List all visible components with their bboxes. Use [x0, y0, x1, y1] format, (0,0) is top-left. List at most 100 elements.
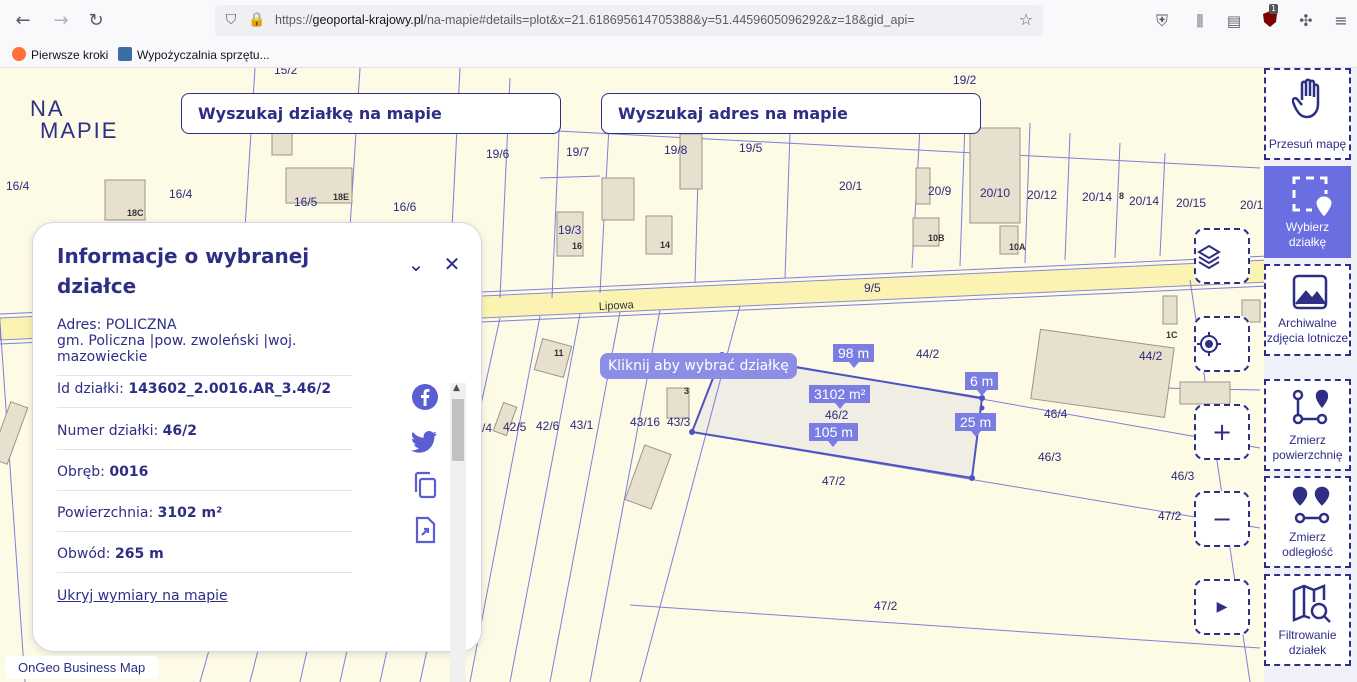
measurement-label: 105 m: [809, 423, 858, 447]
library-icon[interactable]: ⫼: [1189, 10, 1211, 32]
firefox-icon: [12, 47, 26, 61]
pocket-icon[interactable]: ⛨: [1151, 10, 1173, 32]
plot-label: 43/16: [630, 415, 660, 429]
measure-area-icon: [1292, 389, 1328, 425]
plot-label: 47/2: [874, 599, 898, 613]
back-icon[interactable]: ←: [12, 10, 34, 32]
export-pdf-icon[interactable]: [411, 516, 439, 544]
map-view[interactable]: 15/2 19/2 16/4 16/4 16/5 16/6 19/6 19/7 …: [0, 68, 1357, 682]
plot-label: 47/2: [1158, 509, 1182, 523]
plot-label: 43/1: [570, 418, 594, 432]
plot-label: 20/10: [980, 186, 1010, 200]
plot-label: 20/14: [1082, 190, 1112, 204]
plot-label: 16/4: [169, 187, 193, 201]
url-text[interactable]: https://geoportal-krajowy.pl/na-mapie#de…: [275, 13, 1010, 27]
logo-line2: MAPIE: [40, 118, 119, 143]
perimeter-row: Obwód: 265 m: [57, 546, 352, 573]
hide-dimensions-link[interactable]: Ukryj wymiary na mapie: [57, 588, 228, 604]
plot-label: 19/5: [739, 141, 763, 155]
bookmark-item[interactable]: Pierwsze kroki: [12, 47, 108, 62]
plot-label: 46/3: [1171, 469, 1195, 483]
plot-label: 20/12: [1027, 188, 1057, 202]
sidebar-icon[interactable]: ▤: [1223, 10, 1245, 32]
building-label: 10A: [1009, 242, 1026, 252]
locate-button[interactable]: [1194, 316, 1250, 372]
site-icon: [118, 47, 132, 61]
search-plot-button[interactable]: Wyszukaj działkę na mapie: [181, 93, 561, 134]
tool-measure-distance[interactable]: Zmierz odległość: [1264, 476, 1351, 568]
close-icon[interactable]: ✕: [441, 253, 463, 275]
plot-label: 19/8: [664, 143, 688, 157]
select-plot-tooltip: Kliknij aby wybrać działkę: [600, 353, 797, 379]
building-label: 14: [660, 240, 670, 250]
lock-icon[interactable]: 🔒: [246, 9, 268, 31]
measurement-label: 25 m: [955, 413, 997, 437]
zoom-out-button[interactable]: −: [1194, 491, 1250, 547]
panel-scrollbar[interactable]: ▲ ▼: [450, 383, 466, 682]
site-logo[interactable]: NA MAPIE: [30, 96, 118, 148]
star-icon[interactable]: ☆: [1015, 9, 1037, 31]
shield-icon[interactable]: ⛉: [220, 9, 242, 31]
scroll-up-icon[interactable]: ▲: [453, 383, 460, 393]
street-label: Lipowa: [599, 299, 635, 313]
plot-label: 19/2: [953, 73, 977, 87]
plot-label: 46/4: [1044, 407, 1068, 421]
area-row: Powierzchnia: 3102 m²: [57, 505, 352, 532]
plot-label: 16/4: [6, 179, 30, 193]
twitter-icon[interactable]: [411, 427, 439, 455]
address-row: Adres: POLICZNA gm. Policzna |pow. zwole…: [57, 317, 352, 376]
reload-icon[interactable]: ↻: [85, 10, 107, 32]
plot-label: 44/2: [1139, 349, 1163, 363]
url-bar[interactable]: ⛉ 🔒 https://geoportal-krajowy.pl/na-mapi…: [215, 5, 1043, 36]
expand-button[interactable]: ▶: [1194, 579, 1250, 635]
scroll-thumb[interactable]: [452, 399, 464, 461]
search-address-button[interactable]: Wyszukaj adres na mapie: [601, 93, 981, 134]
tool-select-plot[interactable]: Wybierz działkę: [1264, 166, 1351, 258]
plot-label: 47/2: [822, 474, 846, 488]
plot-label: 20/15: [1176, 196, 1206, 210]
measure-distance-icon: [1292, 486, 1330, 524]
tool-filter-plots[interactable]: Filtrowanie działek: [1264, 574, 1351, 666]
tool-measure-area[interactable]: Zmierz powierzchnię: [1264, 379, 1351, 471]
ublock-icon[interactable]: 1: [1259, 4, 1281, 32]
plot-label: 20/9: [928, 184, 952, 198]
select-plot-icon: [1292, 176, 1332, 216]
plot-label: 9/5: [864, 281, 881, 295]
tool-aerial-photos[interactable]: Archiwalne zdjęcia lotnicze: [1264, 264, 1351, 356]
extensions-icon[interactable]: ✣: [1295, 10, 1317, 32]
ext-badge: 1: [1269, 4, 1279, 14]
building-label: 16: [572, 241, 582, 251]
plot-label: 46/3: [1038, 450, 1062, 464]
plot-label: 44/2: [916, 347, 940, 361]
layers-icon: [1197, 244, 1221, 269]
crosshair-icon: [1197, 332, 1221, 356]
minus-icon: −: [1211, 505, 1233, 533]
building-label: 18C: [127, 208, 144, 218]
building-label: 8: [1119, 191, 1124, 201]
zoom-in-button[interactable]: +: [1194, 404, 1250, 460]
hand-icon: [1292, 78, 1320, 119]
ongeo-link[interactable]: OnGeo Business Map: [5, 656, 159, 679]
plot-label: 19/6: [486, 147, 510, 161]
building-label: 1C: [1166, 330, 1178, 340]
browser-toolbar: ← → ↻ ⛉ 🔒 https://geoportal-krajowy.pl/n…: [0, 0, 1357, 42]
bookmark-item[interactable]: Wypożyczalnia sprzętu...: [118, 47, 270, 62]
plot-label: 19/3: [558, 223, 582, 237]
precinct-row: Obręb: 0016: [57, 464, 352, 491]
layers-button[interactable]: [1194, 228, 1250, 284]
map-search-icon: [1292, 584, 1331, 623]
tool-sidebar: Przesuń mapę Wybierz działkę Archiwalne …: [1264, 68, 1357, 682]
plot-label: 16/5: [294, 195, 318, 209]
facebook-icon[interactable]: [411, 383, 439, 411]
plot-label: 46/2: [825, 408, 849, 422]
play-icon: ▶: [1216, 599, 1228, 615]
menu-icon[interactable]: ≡: [1330, 10, 1352, 32]
panel-title: Informacje o wybranej działce: [57, 244, 310, 298]
plot-label: 20/14: [1129, 194, 1159, 208]
copy-icon[interactable]: [411, 471, 439, 499]
tool-pan[interactable]: Przesuń mapę: [1264, 68, 1351, 160]
number-row: Numer działki: 46/2: [57, 423, 352, 450]
collapse-icon[interactable]: ⌄: [405, 253, 427, 275]
plot-label: 20/1: [1240, 198, 1264, 212]
forward-icon[interactable]: →: [50, 10, 72, 32]
